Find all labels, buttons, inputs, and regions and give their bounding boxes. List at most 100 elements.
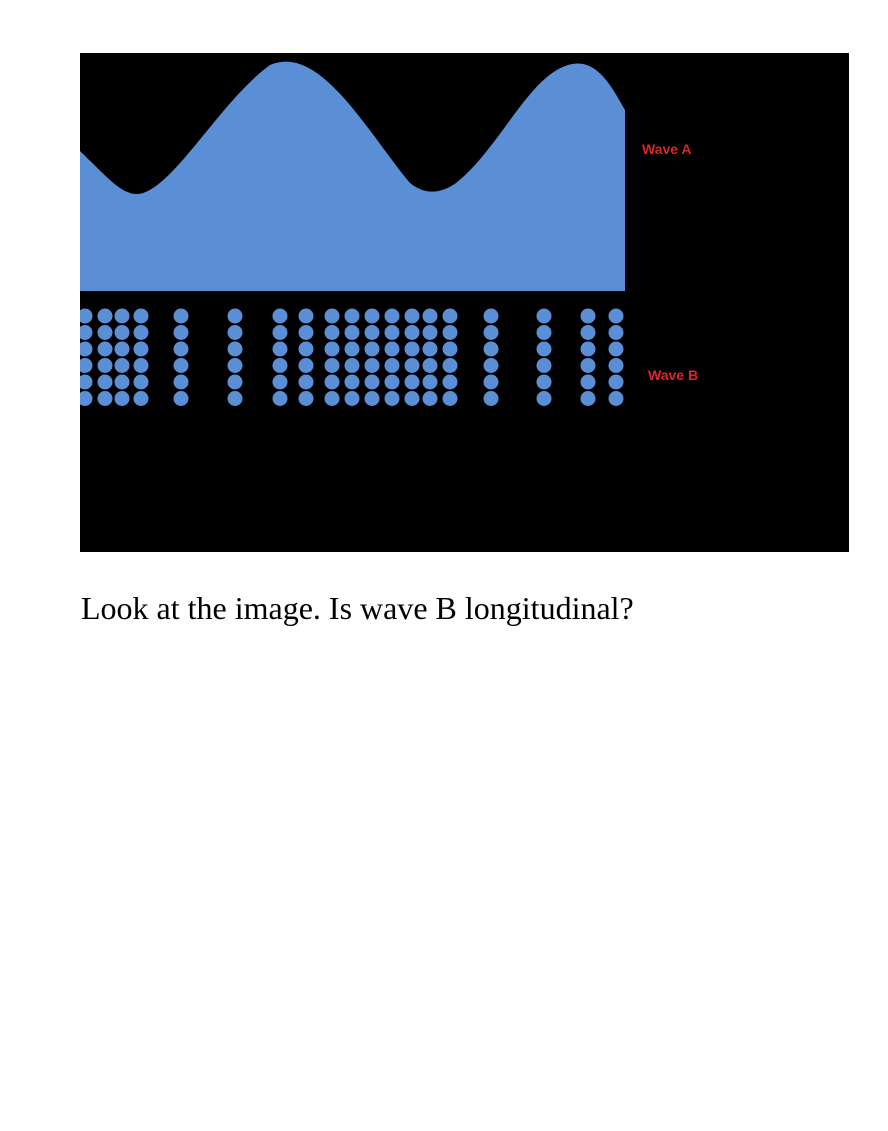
- wave-b-particle: [173, 358, 189, 373]
- wave-b-particle: [298, 374, 314, 390]
- wave-b-particle: [97, 374, 113, 390]
- wave-b-particle: [272, 358, 288, 373]
- wave-b-particle: [580, 374, 596, 390]
- wave-b-particle: [580, 325, 596, 340]
- wave-b-particle: [272, 341, 288, 357]
- wave-b-particle: [272, 325, 288, 340]
- wave-b-particle: [422, 325, 438, 340]
- wave-b-particle: [298, 358, 314, 373]
- wave-b-particle: [97, 358, 113, 373]
- wave-b-particle: [483, 374, 499, 390]
- wave-b-particle: [324, 391, 340, 406]
- wave-b-particle: [422, 358, 438, 373]
- wave-b-particle: [384, 374, 400, 390]
- wave-b-particle: [422, 374, 438, 390]
- wave-b-particle: [364, 325, 380, 340]
- wave-b-particle: [344, 308, 360, 324]
- wave-b-particle: [324, 341, 340, 357]
- wave-b-particle: [324, 358, 340, 373]
- wave-b-particle: [442, 358, 458, 373]
- wave-b-particle: [324, 325, 340, 340]
- wave-b-particle: [608, 341, 624, 357]
- wave-b-particle: [422, 308, 438, 324]
- wave-b-particle: [114, 374, 130, 390]
- wave-b-particle: [114, 325, 130, 340]
- wave-b-particle: [608, 308, 624, 324]
- wave-b-particle: [133, 308, 149, 324]
- wave-b-particle: [580, 391, 596, 406]
- wave-b-particle: [384, 341, 400, 357]
- wave-b-particle: [364, 341, 380, 357]
- wave-b-particle: [608, 374, 624, 390]
- wave-b-particle: [298, 308, 314, 324]
- wave-b-particle: [422, 391, 438, 406]
- wave-b-particle: [384, 325, 400, 340]
- wave-b-particle: [404, 308, 420, 324]
- diagram-background: [80, 53, 849, 552]
- wave-b-particle: [114, 341, 130, 357]
- wave-b-particle: [404, 374, 420, 390]
- wave-b-particle: [442, 391, 458, 406]
- wave-b-particle: [404, 341, 420, 357]
- wave-b-particle: [97, 325, 113, 340]
- wave-b-particle: [608, 358, 624, 373]
- wave-b-particle: [536, 325, 552, 340]
- wave-b-label: Wave B: [648, 367, 698, 383]
- wave-b-particle: [114, 308, 130, 324]
- question-text: Look at the image. Is wave B longitudina…: [81, 590, 634, 626]
- wave-b-particle: [344, 391, 360, 406]
- wave-b-particle: [324, 308, 340, 324]
- wave-b-particle: [344, 358, 360, 373]
- wave-b-particle: [536, 358, 552, 373]
- wave-b-particle: [422, 341, 438, 357]
- wave-b-particle: [227, 308, 243, 324]
- wave-b-particle: [133, 325, 149, 340]
- wave-b-particle: [133, 374, 149, 390]
- wave-b-particle: [133, 341, 149, 357]
- wave-b-particle: [364, 374, 380, 390]
- wave-b-particle: [364, 391, 380, 406]
- wave-b-particle: [536, 308, 552, 324]
- wave-b-particle: [298, 391, 314, 406]
- wave-b-particle: [173, 308, 189, 324]
- wave-b-particle: [324, 374, 340, 390]
- wave-b-particle: [133, 358, 149, 373]
- wave-b-particle: [536, 391, 552, 406]
- wave-b-particle: [344, 374, 360, 390]
- wave-b-particle: [272, 391, 288, 406]
- wave-b-particle: [298, 325, 314, 340]
- wave-b-particle: [404, 325, 420, 340]
- wave-b-particle: [173, 374, 189, 390]
- wave-b-particle: [580, 341, 596, 357]
- wave-b-particle: [442, 308, 458, 324]
- wave-b-particle: [404, 358, 420, 373]
- wave-b-particle: [483, 341, 499, 357]
- wave-b-particle: [298, 341, 314, 357]
- wave-b-particle: [384, 308, 400, 324]
- wave-b-particle: [114, 358, 130, 373]
- wave-a-label: Wave A: [642, 141, 692, 157]
- wave-b-particle: [173, 341, 189, 357]
- wave-b-particle: [97, 341, 113, 357]
- wave-b-particle: [384, 391, 400, 406]
- wave-b-particle: [364, 358, 380, 373]
- wave-b-particle: [608, 325, 624, 340]
- wave-b-particle: [483, 325, 499, 340]
- wave-b-particle: [227, 374, 243, 390]
- wave-b-particle: [580, 308, 596, 324]
- wave-b-particle: [364, 308, 380, 324]
- wave-b-particle: [97, 308, 113, 324]
- wave-b-particle: [536, 374, 552, 390]
- wave-b-particle: [344, 325, 360, 340]
- wave-b-particle: [384, 358, 400, 373]
- wave-b-particle: [173, 325, 189, 340]
- wave-b-particle: [404, 391, 420, 406]
- wave-b-particle: [608, 391, 624, 406]
- wave-b-particle: [173, 391, 189, 406]
- wave-b-particle: [227, 341, 243, 357]
- wave-b-particle: [133, 391, 149, 406]
- wave-b-particle: [227, 358, 243, 373]
- wave-b-particle: [580, 358, 596, 373]
- wave-b-particle: [442, 341, 458, 357]
- wave-b-particle: [536, 341, 552, 357]
